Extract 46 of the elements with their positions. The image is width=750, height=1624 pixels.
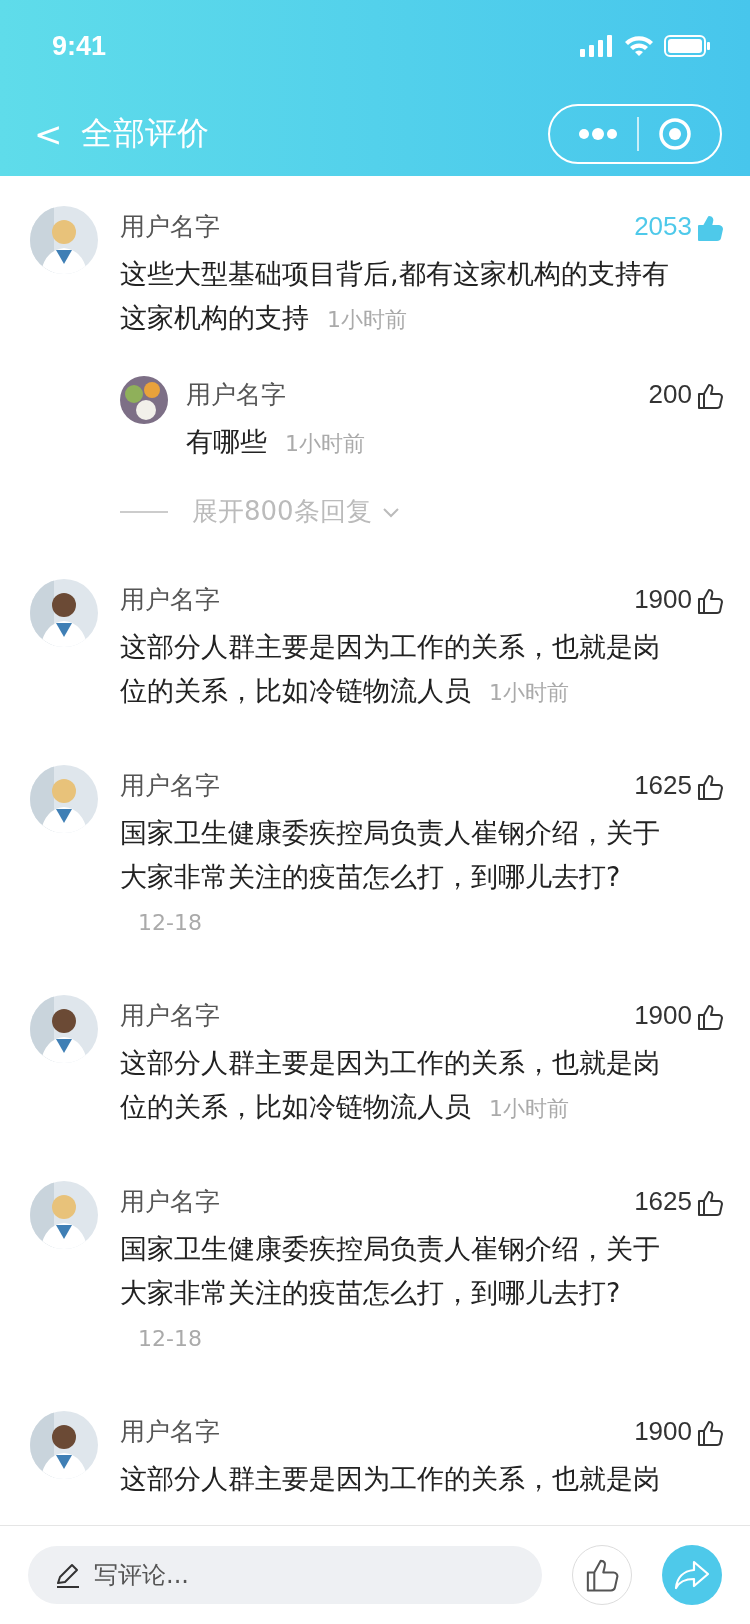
like-button[interactable]: 200 <box>648 378 724 410</box>
thumbs-up-icon <box>696 1002 724 1031</box>
comment-text: 这部分人群主要是因为工作的关系，也就是岗位的关系，比如冷链物流人员 1小时前 <box>120 1046 661 1124</box>
user-name: 用户名字 <box>120 999 220 1032</box>
thumbs-up-icon <box>696 586 724 615</box>
wifi-icon <box>624 35 654 57</box>
close-target-icon[interactable] <box>658 117 693 151</box>
pencil-icon <box>54 1561 82 1589</box>
share-icon <box>674 1560 710 1590</box>
comment-time: 1小时前 <box>327 307 407 332</box>
comment-input[interactable]: 写评论... <box>28 1546 542 1604</box>
comment-text: 国家卫生健康委疾控局负责人崔钢介绍，关于大家非常关注的疫苗怎么打，到哪儿去打? 12-18 <box>120 816 661 937</box>
thumbs-up-icon <box>584 1557 620 1593</box>
comment-time: 1小时前 <box>489 680 569 705</box>
chevron-down-icon <box>381 505 400 518</box>
comment-time: 1小时前 <box>285 431 365 456</box>
like-button[interactable]: 1900 <box>634 583 724 615</box>
thumbs-up-icon <box>696 381 724 410</box>
comment-time: 12-18 <box>138 1326 202 1351</box>
user-name: 用户名字 <box>120 769 220 802</box>
like-button[interactable]: 1900 <box>634 1415 724 1447</box>
user-name: 用户名字 <box>120 1185 220 1218</box>
comment-text: 这部分人群主要是因为工作的关系，也就是岗位的关系，比如冷链物流人员 1小时前 <box>120 630 661 708</box>
like-button[interactable]: 1625 <box>634 769 724 801</box>
battery-icon <box>664 35 710 57</box>
comment-time: 12-18 <box>138 910 202 935</box>
comment-text: 这些大型基础项目背后,都有这家机构的支持有这家机构的支持 1小时前 <box>120 257 670 335</box>
thumbs-up-icon <box>696 772 724 801</box>
thumbs-up-icon <box>696 1188 724 1217</box>
user-name: 用户名字 <box>186 378 286 411</box>
page-title: 全部评价 <box>80 113 210 154</box>
signal-icon <box>580 35 614 57</box>
like-button[interactable]: 1900 <box>634 999 724 1031</box>
status-time: 9:41 <box>52 30 107 62</box>
user-name: 用户名字 <box>120 210 220 243</box>
more-icon[interactable] <box>577 128 618 140</box>
comment-text: 国家卫生健康委疾控局负责人崔钢介绍，关于大家非常关注的疫苗怎么打，到哪儿去打? 12-18 <box>120 1232 661 1353</box>
comment-text: 这部分人群主要是因为工作的关系，也就是岗 <box>120 1462 661 1496</box>
user-name: 用户名字 <box>120 583 220 616</box>
share-button[interactable] <box>662 1545 722 1605</box>
comment-time: 1小时前 <box>489 1096 569 1121</box>
thumbs-up-icon <box>696 1418 724 1447</box>
user-name: 用户名字 <box>120 1415 220 1448</box>
reply-text: 有哪些 1小时前 <box>186 425 366 459</box>
like-button[interactable]: 1625 <box>634 1185 724 1217</box>
thumbs-up-icon <box>696 213 724 242</box>
